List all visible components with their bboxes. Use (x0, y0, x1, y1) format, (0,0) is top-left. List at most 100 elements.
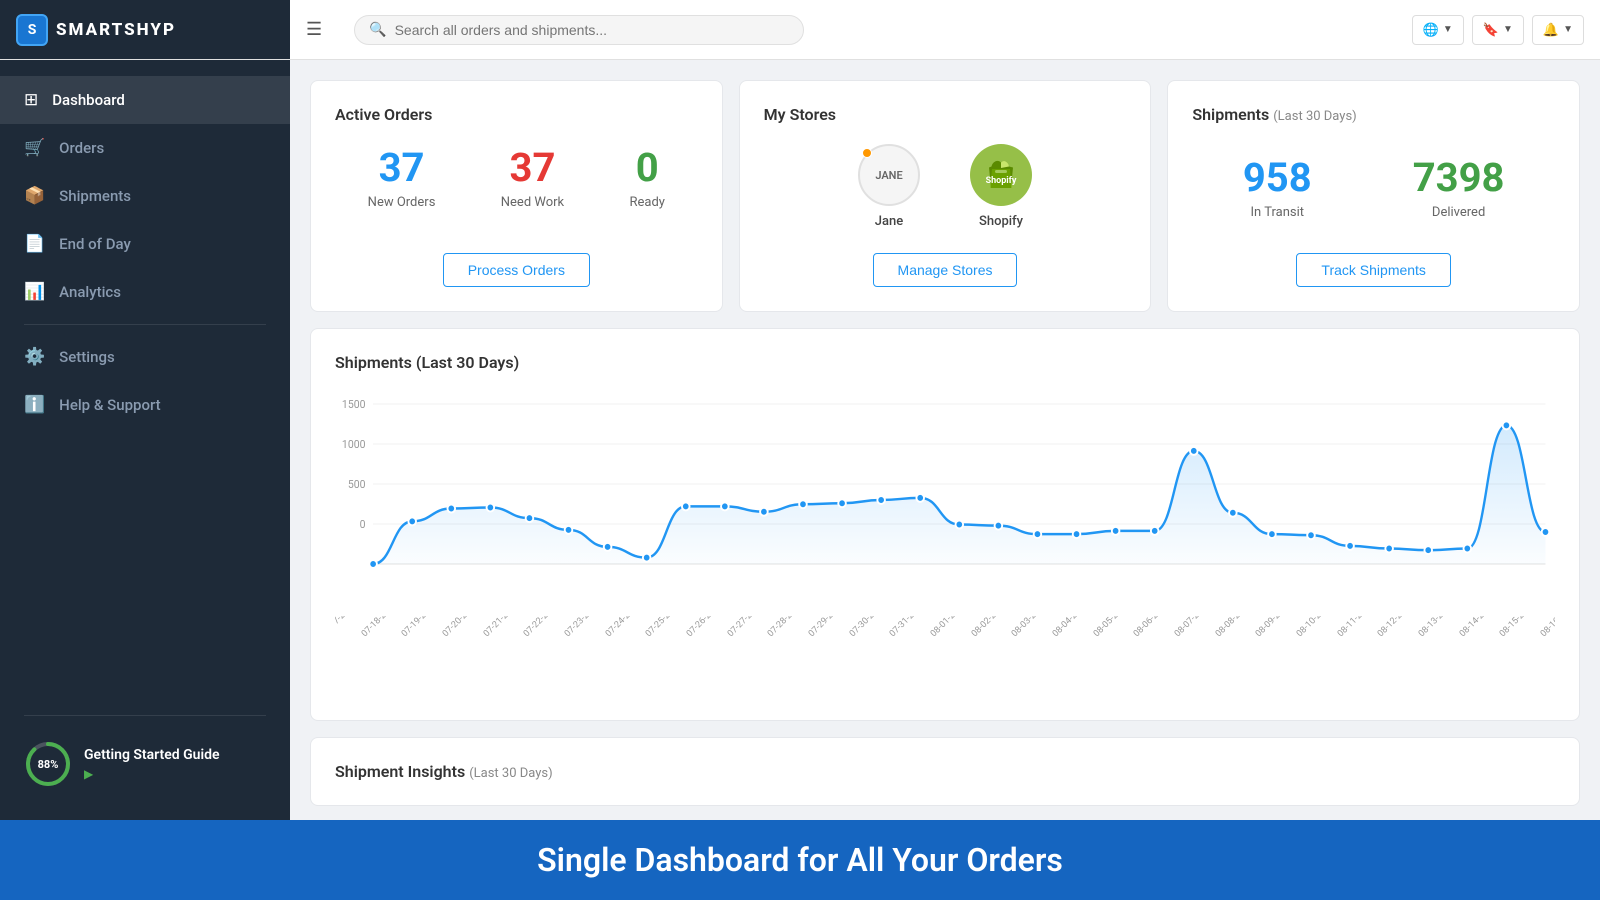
chart-container: 1500 1000 500 0 (335, 384, 1555, 614)
logo: S SMARTSHYP (16, 14, 176, 46)
sidebar-nav: ⊞ Dashboard 🛒 Orders 📦 Shipments 📄 End o… (0, 76, 290, 429)
sidebar-label-orders: Orders (59, 139, 104, 157)
x-axis-label: 07-19-2019 (400, 616, 439, 639)
sidebar-divider-2 (24, 715, 266, 716)
svg-text:Shopify: Shopify (986, 176, 1017, 186)
help-icon: ℹ️ (24, 395, 45, 415)
x-axis-labels: 07-17-201907-18-201907-19-201907-20-2019… (335, 616, 1555, 696)
ready-value: 0 (630, 144, 665, 191)
x-axis-label: 07-17-2019 (335, 616, 358, 639)
x-axis-label: 08-03-2019 (1010, 616, 1049, 639)
x-axis-label: 08-01-2019 (929, 616, 968, 639)
sidebar-item-end-of-day[interactable]: 📄 End of Day (0, 220, 290, 268)
sidebar-label-dashboard: Dashboard (52, 91, 125, 109)
shopify-avatar: Shopify (970, 144, 1032, 206)
globe-icon: 🌐 (1423, 22, 1439, 38)
x-axis-label: 08-11-2019 (1336, 616, 1375, 639)
delivered-label: Delivered (1413, 205, 1505, 220)
insights-title: Shipment Insights (Last 30 Days) (335, 762, 1555, 781)
progress-circle: 88% (24, 740, 72, 788)
sidebar-item-analytics[interactable]: 📊 Analytics (0, 268, 290, 316)
svg-text:0: 0 (360, 518, 366, 531)
x-axis-label: 08-13-2019 (1417, 616, 1456, 639)
sidebar-label-analytics: Analytics (59, 283, 121, 301)
x-axis-label: 07-22-2019 (522, 616, 561, 639)
sidebar-label-shipments: Shipments (59, 187, 131, 205)
in-transit-stat: 958 In Transit (1243, 154, 1312, 220)
logo-icon: S (16, 14, 48, 46)
sidebar-item-shipments[interactable]: 📦 Shipments (0, 172, 290, 220)
search-input[interactable] (395, 22, 790, 38)
search-icon: 🔍 (369, 22, 386, 38)
bell-icon: 🔔 (1543, 22, 1559, 38)
x-axis-label: 07-20-2019 (441, 616, 480, 639)
getting-started[interactable]: 88% Getting Started Guide ▶ (0, 724, 290, 804)
delivered-stat: 7398 Delivered (1413, 154, 1505, 220)
x-axis-label: 07-26-2019 (685, 616, 724, 639)
notification-button[interactable]: 🔔 ▼ (1532, 15, 1584, 45)
x-axis-label: 07-31-2019 (888, 616, 927, 639)
cards-row: Active Orders 37 New Orders 37 Need Work… (310, 80, 1580, 312)
shipments-icon: 📦 (24, 186, 45, 206)
jane-avatar: JANE (858, 144, 920, 206)
in-transit-value: 958 (1243, 154, 1312, 201)
store-jane: JANE Jane (858, 144, 920, 229)
shipments-stats-card: Shipments (Last 30 Days) 958 In Transit … (1167, 80, 1580, 312)
shopify-bag-icon: Shopify (982, 156, 1020, 194)
shipments-chart: 1500 1000 500 0 (335, 384, 1555, 614)
manage-stores-button[interactable]: Manage Stores (873, 253, 1018, 287)
sidebar-item-settings[interactable]: ⚙️ Settings (0, 333, 290, 381)
x-axis-label: 08-02-2019 (970, 616, 1009, 639)
active-orders-title: Active Orders (335, 105, 698, 124)
sidebar-divider-1 (24, 324, 266, 325)
sidebar-label-end-of-day: End of Day (59, 235, 131, 253)
x-axis-label: 07-23-2019 (563, 616, 602, 639)
store-shopify: Shopify Shopify (970, 144, 1032, 229)
sidebar-item-orders[interactable]: 🛒 Orders (0, 124, 290, 172)
delivered-value: 7398 (1413, 154, 1505, 201)
x-axis-label: 08-09-2019 (1254, 616, 1293, 639)
track-shipments-button[interactable]: Track Shipments (1296, 253, 1451, 287)
x-axis-label: 07-24-2019 (604, 616, 643, 639)
chart-card: Shipments (Last 30 Days) 1500 1000 500 0 (310, 328, 1580, 721)
globe-button[interactable]: 🌐 ▼ (1412, 15, 1464, 45)
process-orders-button[interactable]: Process Orders (443, 253, 590, 287)
sidebar: ⊞ Dashboard 🛒 Orders 📦 Shipments 📄 End o… (0, 60, 290, 820)
x-axis-label: 08-14-2019 (1458, 616, 1497, 639)
sidebar-label-settings: Settings (59, 348, 115, 366)
x-axis-label: 07-30-2019 (848, 616, 887, 639)
x-axis-label: 07-25-2019 (644, 616, 683, 639)
in-transit-label: In Transit (1243, 205, 1312, 220)
x-axis-label: 08-06-2019 (1132, 616, 1171, 639)
need-work-value: 37 (501, 144, 564, 191)
bookmark-icon: 🔖 (1483, 22, 1499, 38)
active-orders-card: Active Orders 37 New Orders 37 Need Work… (310, 80, 723, 312)
x-axis-label: 08-12-2019 (1376, 616, 1415, 639)
need-work-stat: 37 Need Work (501, 144, 564, 210)
my-stores-title: My Stores (764, 105, 1127, 124)
end-of-day-icon: 📄 (24, 234, 45, 254)
sidebar-label-help: Help & Support (59, 396, 160, 414)
ready-label: Ready (630, 195, 665, 210)
sidebar-item-help[interactable]: ℹ️ Help & Support (0, 381, 290, 429)
menu-toggle[interactable]: ☰ (306, 19, 322, 40)
new-orders-value: 37 (368, 144, 436, 191)
dashboard-icon: ⊞ (24, 90, 38, 110)
x-axis-label: 07-18-2019 (360, 616, 399, 639)
x-axis-label: 08-07-2019 (1173, 616, 1212, 639)
bookmark-button[interactable]: 🔖 ▼ (1472, 15, 1524, 45)
x-axis-label: 08-05-2019 (1092, 616, 1131, 639)
shopify-store-name: Shopify (979, 214, 1023, 229)
x-axis-label: 08-15-2019 (1498, 616, 1537, 639)
sidebar-item-dashboard[interactable]: ⊞ Dashboard (0, 76, 290, 124)
svg-text:1500: 1500 (342, 398, 366, 411)
x-axis-label: 07-27-2019 (726, 616, 765, 639)
getting-started-label: Getting Started Guide (84, 747, 220, 763)
x-axis-label: 08-08-2019 (1214, 616, 1253, 639)
x-axis-label: 08-04-2019 (1051, 616, 1090, 639)
new-orders-stat: 37 New Orders (368, 144, 436, 210)
x-axis-label: 07-28-2019 (766, 616, 805, 639)
svg-text:1000: 1000 (342, 438, 366, 451)
analytics-icon: 📊 (24, 282, 45, 302)
globe-chevron: ▼ (1443, 24, 1453, 35)
